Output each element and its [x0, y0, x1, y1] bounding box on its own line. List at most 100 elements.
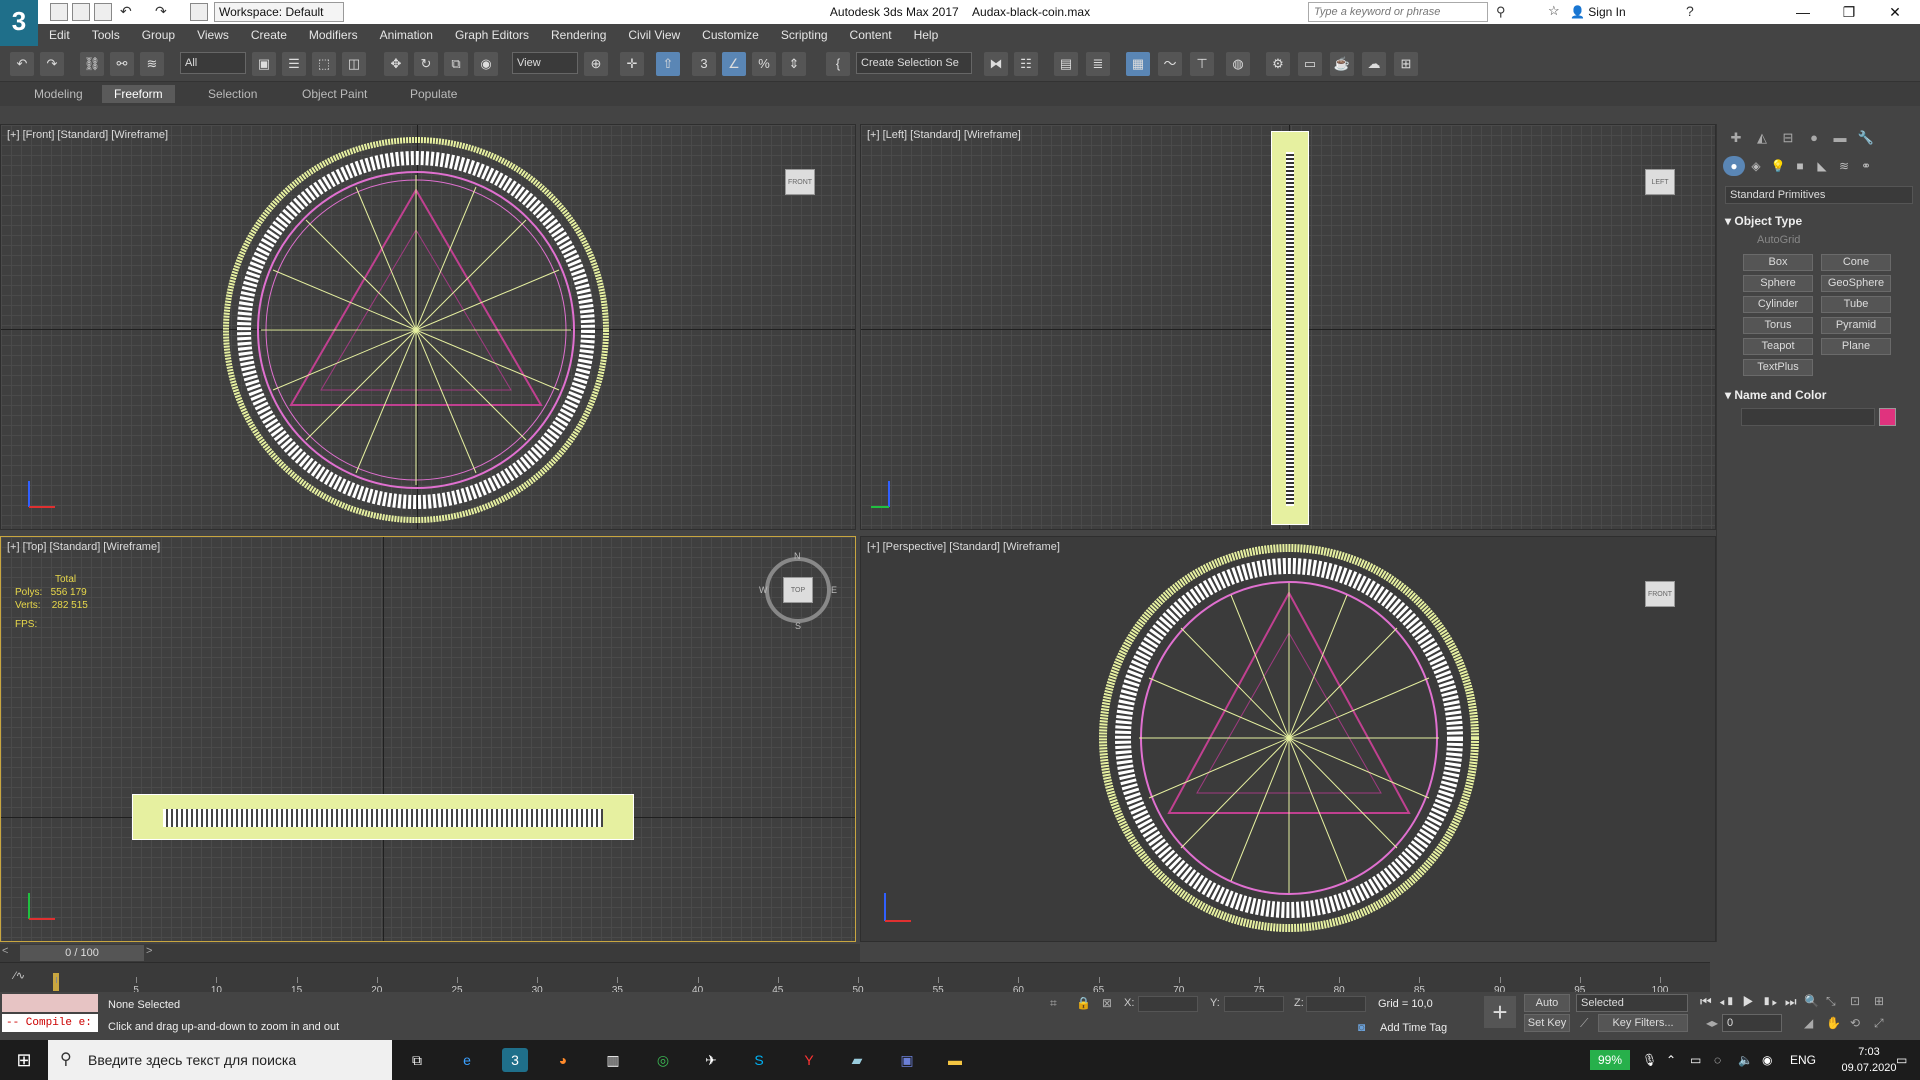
- battery-indicator[interactable]: 99%: [1590, 1050, 1630, 1070]
- menu-rendering[interactable]: Rendering: [540, 24, 617, 46]
- autogrid-checkbox[interactable]: AutoGrid: [1757, 234, 1800, 246]
- unlink-icon[interactable]: ⚯: [110, 52, 134, 76]
- menu-civil-view[interactable]: Civil View: [617, 24, 691, 46]
- render-cloud-icon[interactable]: ☁: [1362, 52, 1386, 76]
- viewport-perspective[interactable]: [+] [Perspective] [Standard] [Wireframe]…: [860, 536, 1716, 942]
- time-prev-icon[interactable]: <: [2, 945, 8, 957]
- select-object-icon[interactable]: ▣: [252, 52, 276, 76]
- view-cube[interactable]: FRONT: [785, 169, 815, 195]
- motion-tab-icon[interactable]: ●: [1801, 128, 1827, 148]
- maximize-viewport-icon[interactable]: ⤢: [1874, 1016, 1884, 1031]
- primitive-sphere-button[interactable]: Sphere: [1743, 275, 1813, 292]
- edit-named-selection-icon[interactable]: {: [826, 52, 850, 76]
- view-cube[interactable]: TOP: [783, 577, 813, 603]
- compass-ring[interactable]: N E S W TOP: [759, 551, 837, 631]
- go-to-end-icon[interactable]: ⏭: [1785, 994, 1797, 1009]
- select-by-name-icon[interactable]: ☰: [282, 52, 306, 76]
- ribbon-tab-freeform[interactable]: Freeform: [102, 85, 175, 103]
- viewport-top[interactable]: [+] [Top] [Standard] [Wireframe] Total P…: [0, 536, 856, 942]
- viewport-label[interactable]: [+] [Front] [Standard] [Wireframe]: [7, 129, 168, 141]
- keyboard-shortcut-override-icon[interactable]: ⇧: [656, 52, 680, 76]
- percent-snap-icon[interactable]: %: [752, 52, 776, 76]
- set-key-plus-icon[interactable]: +: [1484, 996, 1516, 1028]
- rotate-icon[interactable]: ↻: [414, 52, 438, 76]
- sound-app-icon[interactable]: ◉: [1762, 1040, 1772, 1080]
- name-and-color-rollout[interactable]: ▾ Name and Color: [1725, 386, 1913, 404]
- auto-key-button[interactable]: Auto Key: [1524, 994, 1570, 1025]
- maximize-button[interactable]: ❐: [1826, 0, 1872, 24]
- x-coordinate-field[interactable]: [1138, 996, 1198, 1012]
- curve-editor-icon[interactable]: 〜: [1158, 52, 1182, 76]
- spinner-snap-icon[interactable]: ⇕: [782, 52, 806, 76]
- material-editor-icon[interactable]: ◍: [1226, 52, 1250, 76]
- menu-animation[interactable]: Animation: [369, 24, 444, 46]
- render-production-icon[interactable]: ☕: [1330, 52, 1354, 76]
- lock-selection-icon[interactable]: 🔒: [1076, 996, 1091, 1010]
- next-frame-icon[interactable]: ▮▸: [1761, 994, 1777, 1009]
- shapes-icon[interactable]: ◈: [1745, 156, 1767, 176]
- isolate-icon[interactable]: ⌗: [1050, 996, 1057, 1011]
- ribbon-toggle-icon[interactable]: ≣: [1086, 52, 1110, 76]
- view-cube[interactable]: FRONT: [1645, 581, 1675, 607]
- viewport-front[interactable]: [+] [Front] [Standard] [Wireframe] FRONT: [0, 124, 856, 530]
- primitive-pyramid-button[interactable]: Pyramid: [1821, 317, 1891, 334]
- link-icon[interactable]: ⛓: [80, 52, 104, 76]
- time-slider[interactable]: < 0 / 100 >: [0, 944, 860, 962]
- object-type-rollout[interactable]: ▾ Object Type: [1725, 212, 1913, 230]
- systems-icon[interactable]: ⚭: [1855, 156, 1877, 176]
- new-file-icon[interactable]: [50, 3, 68, 21]
- app-logo[interactable]: 3: [0, 0, 38, 48]
- menu-scripting[interactable]: Scripting: [770, 24, 839, 46]
- edge-browser-icon[interactable]: e: [454, 1048, 480, 1072]
- go-to-start-icon[interactable]: ⏮: [1700, 994, 1712, 1009]
- menu-content[interactable]: Content: [839, 24, 903, 46]
- 3ds-max-taskbar-icon[interactable]: 3: [502, 1048, 528, 1072]
- notes-app-icon[interactable]: ▰: [844, 1048, 870, 1072]
- menu-help[interactable]: Help: [903, 24, 950, 46]
- select-manipulate-icon[interactable]: ✛: [620, 52, 644, 76]
- reference-coordinate-dropdown[interactable]: View: [512, 52, 578, 74]
- field-of-view-icon[interactable]: ◢: [1804, 1016, 1813, 1030]
- rendered-frame-icon[interactable]: ▭: [1298, 52, 1322, 76]
- primitive-tube-button[interactable]: Tube: [1821, 296, 1891, 313]
- undo-icon[interactable]: ↶: [120, 3, 138, 21]
- time-next-icon[interactable]: >: [146, 945, 152, 957]
- microphone-icon[interactable]: 🎙: [1642, 1040, 1657, 1080]
- align-icon[interactable]: ☷: [1014, 52, 1038, 76]
- minimize-button[interactable]: —: [1780, 0, 1826, 24]
- schematic-view-icon[interactable]: ⊤: [1190, 52, 1214, 76]
- hierarchy-tab-icon[interactable]: ⊟: [1775, 128, 1801, 148]
- windows-start-icon[interactable]: ⊞: [12, 1048, 36, 1072]
- primitive-box-button[interactable]: Box: [1743, 254, 1813, 271]
- helpers-icon[interactable]: ◣: [1811, 156, 1833, 176]
- layer-explorer-icon[interactable]: ▤: [1054, 52, 1078, 76]
- floppy-app-icon[interactable]: ▣: [894, 1048, 920, 1072]
- viewport-label[interactable]: [+] [Left] [Standard] [Wireframe]: [867, 129, 1021, 141]
- object-color-swatch[interactable]: [1879, 408, 1896, 426]
- save-file-icon[interactable]: [94, 3, 112, 21]
- file-explorer-icon[interactable]: ▬: [942, 1048, 968, 1072]
- ribbon-tab-populate[interactable]: Populate: [398, 85, 469, 103]
- set-key-button[interactable]: Set Key: [1524, 1014, 1570, 1032]
- zoom-icon[interactable]: 🔍: [1804, 994, 1819, 1008]
- utility-app-icon[interactable]: ▥: [600, 1048, 626, 1072]
- battery-icon[interactable]: ▭: [1690, 1040, 1701, 1080]
- taskbar-search-input[interactable]: ⚲ Введите здесь текст для поиска: [48, 1040, 392, 1080]
- menu-group[interactable]: Group: [131, 24, 186, 46]
- placement-icon[interactable]: ◉: [474, 52, 498, 76]
- primitive-cylinder-button[interactable]: Cylinder: [1743, 296, 1813, 313]
- redo-icon[interactable]: ↷: [40, 52, 64, 76]
- primitive-category-dropdown[interactable]: Standard Primitives: [1725, 186, 1913, 204]
- cameras-icon[interactable]: ■: [1789, 156, 1811, 176]
- sign-in-link[interactable]: 👤 Sign In: [1570, 0, 1626, 24]
- primitive-teapot-button[interactable]: Teapot: [1743, 338, 1813, 355]
- primitive-cone-button[interactable]: Cone: [1821, 254, 1891, 271]
- render-setup-icon[interactable]: ⚙: [1266, 52, 1290, 76]
- volume-icon[interactable]: 🔈: [1738, 1040, 1753, 1080]
- menu-create[interactable]: Create: [240, 24, 298, 46]
- selection-filter-dropdown[interactable]: All: [180, 52, 246, 74]
- primitive-textplus-button[interactable]: TextPlus: [1743, 359, 1813, 376]
- viewport-left[interactable]: [+] [Left] [Standard] [Wireframe] LEFT: [860, 124, 1716, 530]
- ribbon-tab-modeling[interactable]: Modeling: [22, 85, 95, 103]
- geometry-icon[interactable]: ●: [1723, 156, 1745, 176]
